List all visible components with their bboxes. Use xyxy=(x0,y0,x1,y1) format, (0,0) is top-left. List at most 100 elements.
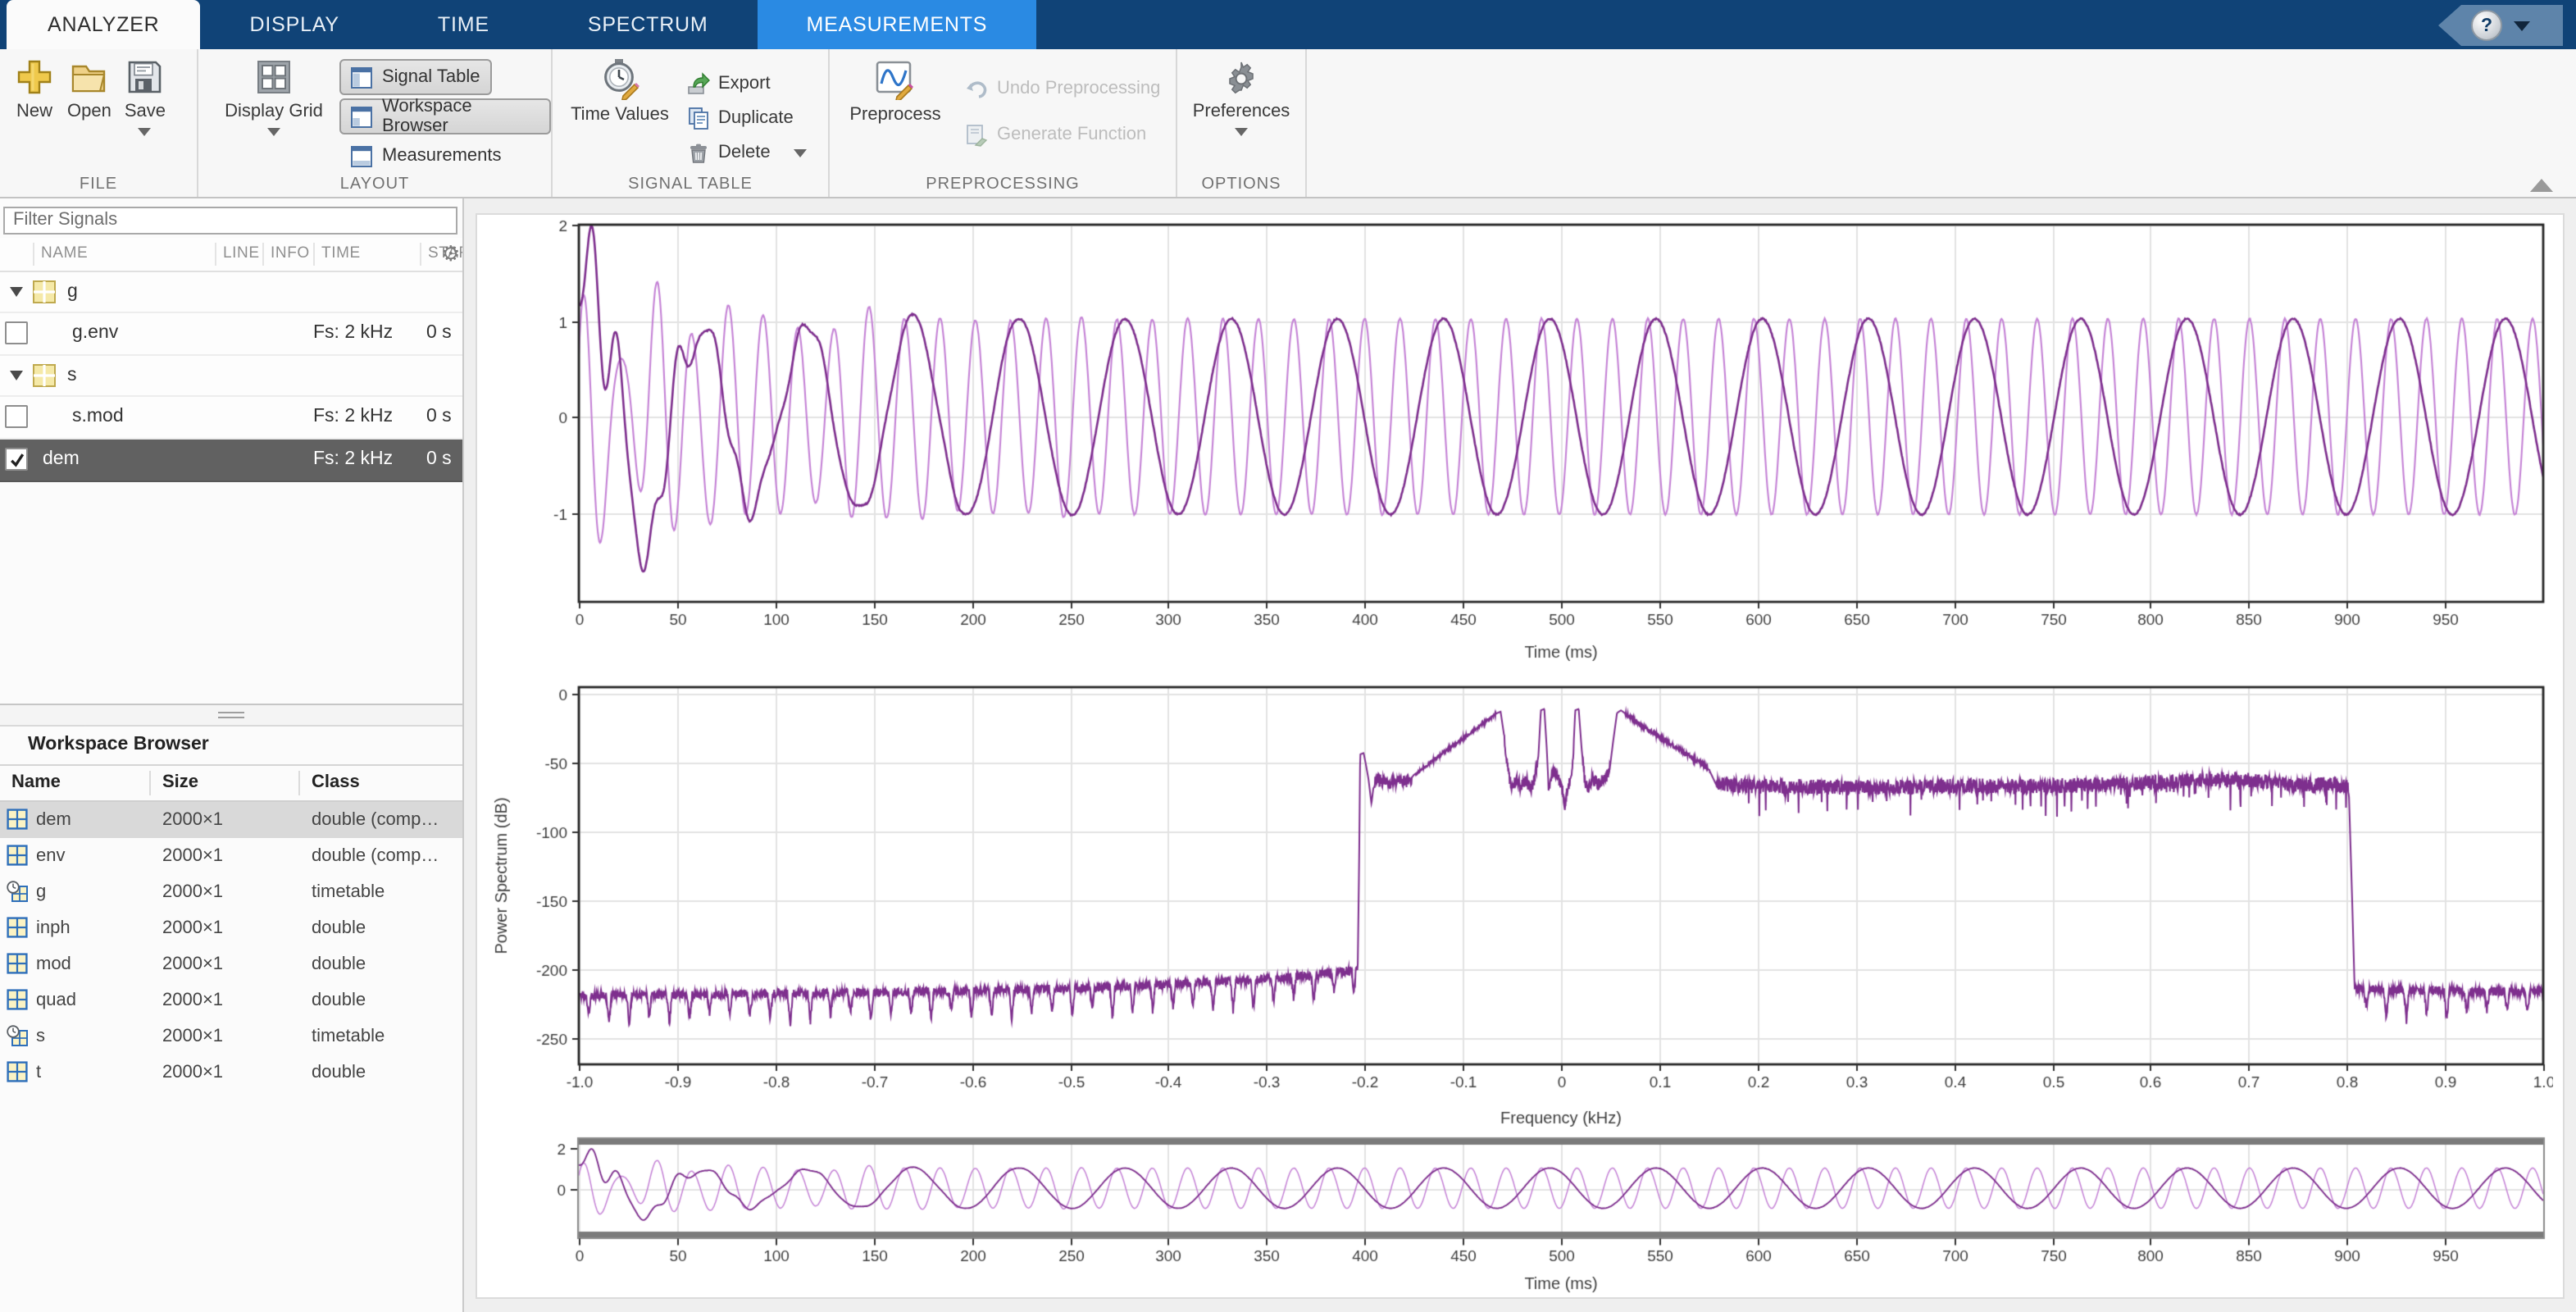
generate-function-button[interactable]: Generate Function xyxy=(964,116,1160,153)
signal-time: Fs: 2 kHz xyxy=(313,323,420,343)
workspace-row-g[interactable]: g 2000×1timetable xyxy=(0,874,462,910)
variable-class: double (comp… xyxy=(300,846,462,866)
variable-size: 2000×1 xyxy=(151,846,300,866)
matrix-variable-icon xyxy=(7,990,28,1011)
time-values-button[interactable]: Time Values xyxy=(569,57,671,169)
signal-row-s-mod[interactable]: s.mod Fs: 2 kHz 0 s xyxy=(0,396,462,439)
variable-name: dem xyxy=(36,810,71,830)
preferences-caret[interactable] xyxy=(1235,128,1248,136)
signal-start: 0 s xyxy=(420,407,462,426)
main-content: NAME LINE INFO TIME START ⚙ g g xyxy=(0,198,2576,1312)
matrix-variable-icon xyxy=(7,809,28,831)
variable-name: inph xyxy=(36,918,71,938)
variable-class: double xyxy=(300,918,462,938)
variable-name: mod xyxy=(36,954,71,974)
signal-row-g-env[interactable]: g.env Fs: 2 kHz 0 s xyxy=(0,312,462,355)
column-header-time: TIME xyxy=(313,242,420,265)
tab-analyzer[interactable]: ANALYZER xyxy=(7,0,201,49)
workspace-row-t[interactable]: t2000×1double xyxy=(0,1055,462,1091)
ribbon-section-layout: Display Grid Signal Table xyxy=(198,49,553,197)
generate-function-icon xyxy=(964,122,989,147)
toolstrip-tab-bar: ANALYZER DISPLAY TIME SPECTRUM MEASUREME… xyxy=(0,0,2576,49)
signal-analyzer-window: ANALYZER DISPLAY TIME SPECTRUM MEASUREME… xyxy=(0,0,2576,1312)
column-header-size: Size xyxy=(151,771,300,795)
toggle-signal-table[interactable]: Signal Table xyxy=(339,59,491,95)
undo-preprocessing-button[interactable]: Undo Preprocessing xyxy=(964,71,1160,107)
workspace-row-inph[interactable]: inph 2000×1double xyxy=(0,910,462,946)
variable-name: s xyxy=(36,1027,45,1046)
spectrum-plot-canvas[interactable] xyxy=(484,677,2553,1133)
save-button[interactable]: Save xyxy=(125,57,166,136)
signal-start: 0 s xyxy=(420,323,462,343)
signal-group-row-s[interactable]: s xyxy=(0,355,462,396)
tab-measurements[interactable]: MEASUREMENTS xyxy=(758,0,1037,49)
time-plot-canvas[interactable] xyxy=(484,218,2553,674)
open-folder-icon xyxy=(70,57,109,97)
variable-class: double (comp… xyxy=(300,810,462,830)
ribbon-spacer xyxy=(1307,49,2576,197)
ribbon-collapse-arrow[interactable] xyxy=(2530,179,2553,192)
matrix-variable-icon xyxy=(7,954,28,975)
variable-size: 2000×1 xyxy=(151,918,300,938)
display-grid-button[interactable]: Display Grid xyxy=(221,57,326,175)
timetable-variable-icon xyxy=(7,882,28,903)
ribbon-section-file: New Open xyxy=(0,49,198,197)
signal-group-icon xyxy=(31,362,57,388)
toggle-measurements[interactable]: Measurements xyxy=(339,138,513,174)
variable-name: g xyxy=(36,882,46,902)
toggle-workspace-browser[interactable]: Workspace Browser xyxy=(339,98,551,134)
duplicate-icon xyxy=(687,106,710,129)
variable-name: quad xyxy=(36,991,76,1010)
workspace-rows: dem2000×1double (comp…env2000×1double (c… xyxy=(0,802,462,1091)
tab-spectrum[interactable]: SPECTRUM xyxy=(539,0,758,49)
display-grid-caret[interactable] xyxy=(267,128,280,136)
group-expand-icon[interactable] xyxy=(10,286,23,296)
workspace-browser-title: Workspace Browser xyxy=(0,727,462,766)
workspace-row-mod[interactable]: mod 2000×1double xyxy=(0,946,462,982)
matrix-variable-icon xyxy=(7,918,28,939)
matrix-variable-icon xyxy=(7,1062,28,1083)
gear-icon xyxy=(1222,57,1261,97)
workspace-row-env[interactable]: env2000×1double (comp… xyxy=(0,838,462,874)
variable-size: 2000×1 xyxy=(151,882,300,902)
display-grid-icon xyxy=(254,57,294,97)
checkmark-icon xyxy=(7,450,25,468)
delete-dropdown-caret[interactable] xyxy=(794,149,807,157)
column-header-name: Name xyxy=(0,771,151,795)
variable-size: 2000×1 xyxy=(151,810,300,830)
workspace-empty-area xyxy=(0,1091,462,1312)
filter-signals-input[interactable] xyxy=(3,206,457,234)
visibility-checkbox-checked[interactable] xyxy=(5,448,28,471)
workspace-row-quad[interactable]: quad2000×1double xyxy=(0,982,462,1018)
workspace-row-s[interactable]: s2000×1timetable xyxy=(0,1018,462,1055)
signal-table-header: NAME LINE INFO TIME START ⚙ xyxy=(0,237,462,271)
visibility-checkbox[interactable] xyxy=(5,405,28,428)
variable-size: 2000×1 xyxy=(151,954,300,974)
signal-start: 0 s xyxy=(420,449,462,469)
signal-name: g.env xyxy=(33,323,215,343)
variable-class: timetable xyxy=(300,882,462,902)
duplicate-button[interactable]: Duplicate xyxy=(687,100,807,134)
timetable-variable-icon xyxy=(7,1026,28,1047)
preprocess-button[interactable]: Preprocess xyxy=(843,57,948,153)
tab-display[interactable]: DISPLAY xyxy=(201,0,389,49)
export-button[interactable]: Export xyxy=(687,66,807,100)
save-dropdown-caret[interactable] xyxy=(139,128,152,136)
variable-class: double xyxy=(300,954,462,974)
group-expand-icon[interactable] xyxy=(10,370,23,380)
workspace-row-dem[interactable]: dem 2000×1double (comp… xyxy=(0,802,462,838)
signal-group-row-g[interactable]: g xyxy=(0,271,462,312)
open-button[interactable]: Open xyxy=(67,57,112,136)
delete-button[interactable]: Delete xyxy=(687,134,807,169)
visibility-checkbox[interactable] xyxy=(5,321,28,344)
tab-time[interactable]: TIME xyxy=(389,0,539,49)
column-settings-gear-icon[interactable]: ⚙ xyxy=(441,239,461,266)
signal-name: dem xyxy=(33,449,215,469)
help-button[interactable]: ? xyxy=(2438,5,2563,46)
panner-canvas[interactable] xyxy=(484,1127,2553,1297)
variable-class: timetable xyxy=(300,1027,462,1046)
signal-row-dem[interactable]: dem Fs: 2 kHz 0 s xyxy=(0,439,462,481)
panel-splitter[interactable] xyxy=(0,704,462,727)
preferences-button[interactable]: Preferences xyxy=(1184,57,1299,136)
new-button[interactable]: New xyxy=(15,57,54,136)
